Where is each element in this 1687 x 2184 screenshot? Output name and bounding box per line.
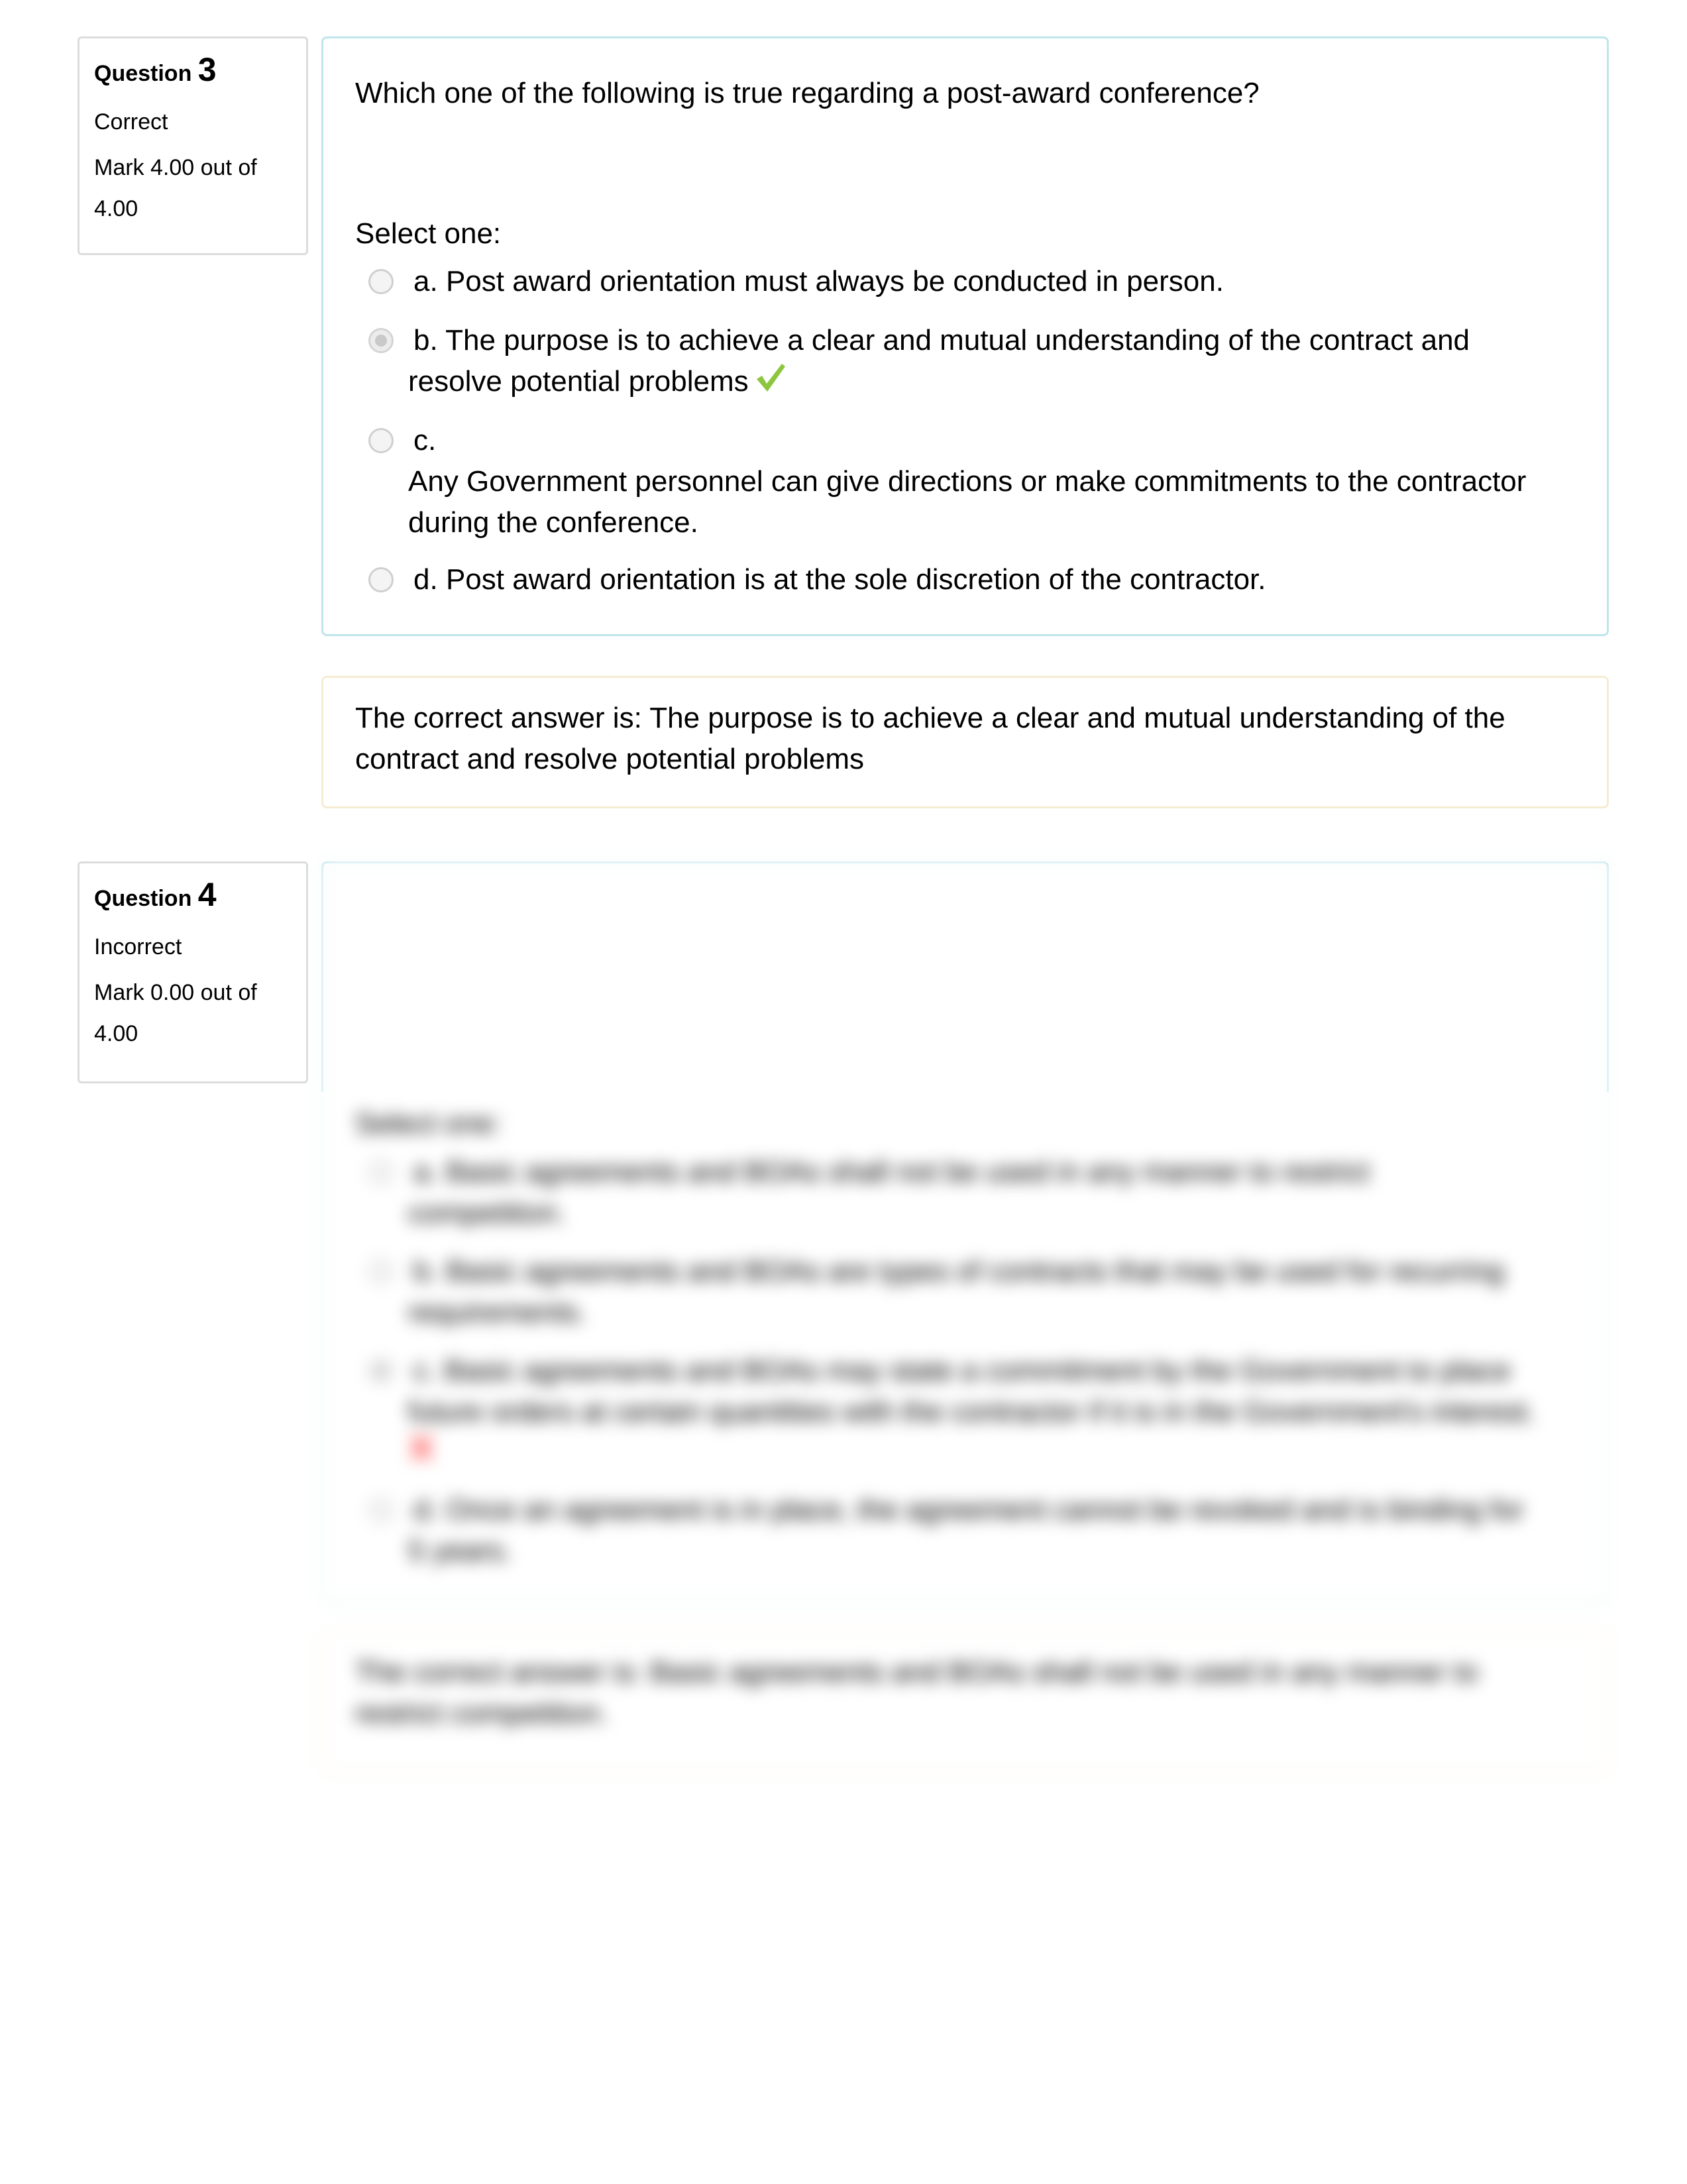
radio-button[interactable]: [368, 567, 394, 592]
cross-icon: [408, 1433, 435, 1474]
blurred-region: Select one: a. Basic agreements and BOAs…: [311, 861, 1630, 1821]
question-grade: Mark 4.00 out of 4.00: [94, 147, 306, 229]
option-letter: a.: [413, 1156, 438, 1188]
option-text-line-1: The purpose is to achieve a clear and mu…: [445, 324, 1470, 356]
correct-answer-line-2: restrict competition.: [355, 1697, 608, 1729]
answer-option-c[interactable]: c. Basic agreements and BOAs may state a…: [368, 1350, 1561, 1474]
question-number-value: 4: [197, 876, 217, 913]
option-text: Post award orientation must always be co…: [445, 265, 1224, 298]
option-text-line-2: future orders at certain quantities with…: [408, 1395, 1535, 1428]
answer-option-a[interactable]: a. Basic agreements and BOAs shall not b…: [368, 1152, 1561, 1234]
option-letter: c.: [413, 1354, 437, 1387]
select-one-prompt: Select one:: [355, 217, 502, 250]
question-number-value: 3: [197, 51, 217, 88]
correct-answer-feedback-4: The correct answer is: Basic agreements …: [321, 1630, 1609, 1773]
radio-button[interactable]: [368, 269, 394, 294]
option-text-line-2: 5 years.: [408, 1535, 512, 1567]
question-label: Question: [94, 886, 192, 911]
correct-answer-line-1: The correct answer is: The purpose is to…: [355, 702, 1505, 734]
question-grade: Mark 0.00 out of 4.00: [94, 972, 306, 1054]
option-text-line-1: Any Government personnel can give direct…: [408, 465, 1527, 498]
radio-button[interactable]: [368, 1259, 394, 1284]
option-letter: c.: [413, 424, 437, 457]
select-one-prompt: Select one:: [355, 1107, 502, 1140]
radio-button-selected[interactable]: [368, 328, 394, 353]
answer-option-a[interactable]: a. Post award orientation must always be…: [368, 261, 1561, 302]
radio-button[interactable]: [368, 428, 394, 453]
question-number: Question 4: [94, 878, 306, 915]
answer-option-d[interactable]: d. Once an agreement is in place, the ag…: [368, 1490, 1561, 1572]
question-text: Which one of the following is true regar…: [355, 77, 1260, 109]
radio-button[interactable]: [368, 1160, 394, 1185]
question-info-3: Question 3 Correct Mark 4.00 out of 4.00: [78, 36, 308, 255]
option-text-line-2: during the conference.: [408, 506, 698, 539]
question-state: Incorrect: [94, 934, 182, 959]
question-label: Question: [94, 61, 192, 86]
option-letter: b.: [413, 324, 438, 356]
answer-option-c[interactable]: c. Any Government personnel can give dir…: [368, 420, 1561, 543]
option-letter: a.: [413, 265, 438, 298]
option-text-line-1: Basic agreements and BOAs are types of c…: [445, 1255, 1504, 1287]
radio-button[interactable]: [368, 1498, 394, 1523]
question-state: Correct: [94, 109, 168, 135]
question-content-3: Which one of the following is true regar…: [321, 36, 1609, 636]
option-letter: b.: [413, 1255, 438, 1287]
answer-option-d[interactable]: d. Post award orientation is at the sole…: [368, 559, 1561, 600]
correct-answer-feedback-3: The correct answer is: The purpose is to…: [321, 676, 1609, 808]
check-icon: [754, 361, 787, 406]
grade-line-1: Mark 4.00 out of: [94, 155, 257, 180]
radio-button-selected[interactable]: [368, 1358, 394, 1384]
grade-line-2: 4.00: [94, 1021, 138, 1046]
answer-option-b[interactable]: b. Basic agreements and BOAs are types o…: [368, 1251, 1561, 1333]
option-text-line-2: requirements.: [408, 1296, 587, 1329]
question-content-4-hidden: Select one: a. Basic agreements and BOAs…: [321, 861, 1609, 1604]
question-info-4: Question 4 Incorrect Mark 0.00 out of 4.…: [78, 861, 308, 1083]
question-number: Question 3: [94, 53, 306, 90]
option-text-line-1: Basic agreements and BOAs may state a co…: [444, 1354, 1511, 1387]
option-text-line-1: Basic agreements and BOAs shall not be u…: [445, 1156, 1370, 1188]
option-letter: d.: [413, 1494, 438, 1526]
option-text-line-2: resolve potential problems: [408, 365, 749, 398]
grade-line-1: Mark 0.00 out of: [94, 980, 257, 1005]
option-text-line-1: Once an agreement is in place, the agree…: [445, 1494, 1524, 1526]
option-letter: d.: [413, 563, 438, 596]
option-text-line-2: competition.: [408, 1197, 566, 1229]
correct-answer-line-1: The correct answer is: Basic agreements …: [355, 1656, 1478, 1688]
answer-option-b[interactable]: b. The purpose is to achieve a clear and…: [368, 320, 1561, 402]
grade-line-2: 4.00: [94, 196, 138, 221]
option-text: Post award orientation is at the sole di…: [445, 563, 1266, 596]
correct-answer-line-2: contract and resolve potential problems: [355, 743, 864, 775]
